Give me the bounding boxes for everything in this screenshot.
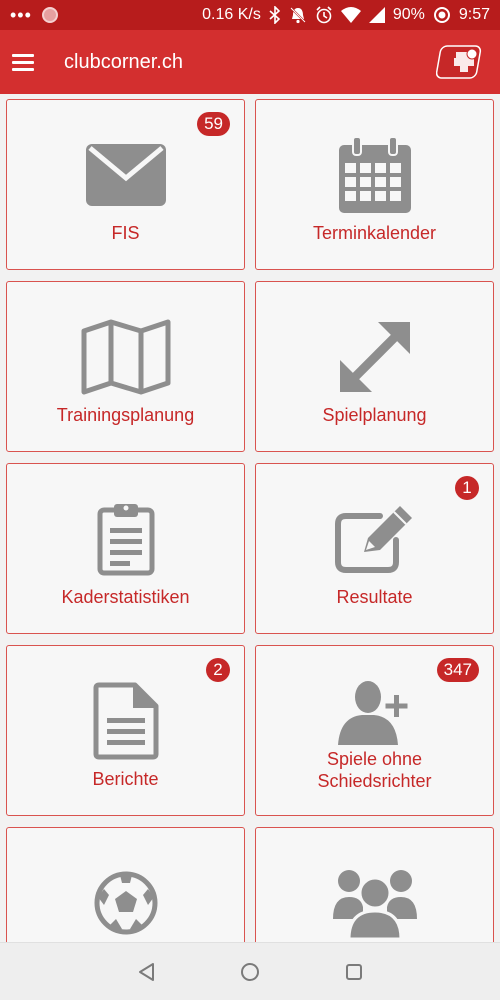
tile-label: Spiele ohne Schiedsrichter: [311, 748, 437, 792]
tile-label: FIS: [111, 223, 140, 243]
tile-label-line1: Spiele ohne: [326, 749, 423, 769]
bluetooth-icon: [269, 6, 280, 24]
resize-arrows-icon: [339, 316, 410, 398]
tile-resultate[interactable]: 1 Resultate: [255, 463, 494, 634]
count-badge: 2: [206, 658, 230, 682]
tile-label: Trainingsplanung: [56, 405, 195, 425]
sync-icon: [433, 7, 450, 23]
tile-terminkalender[interactable]: Terminkalender: [255, 99, 494, 270]
battery-level: 90%: [392, 6, 425, 23]
tile-label-line2: Schiedsrichter: [317, 771, 432, 791]
clipboard-icon: [97, 498, 155, 580]
tile-group[interactable]: [255, 827, 494, 942]
tile-label: Resultate: [336, 587, 413, 607]
system-navigation-bar: [0, 942, 500, 1000]
unread-badge: 59: [197, 112, 230, 136]
back-icon[interactable]: [134, 960, 158, 984]
tile-label: Spielplanung: [322, 405, 427, 425]
count-badge: 347: [436, 658, 479, 682]
home-icon[interactable]: [238, 960, 262, 984]
count-badge: 1: [455, 476, 479, 500]
hamburger-menu-icon[interactable]: [12, 48, 40, 76]
mute-bell-icon: [290, 7, 306, 24]
recent-apps-icon[interactable]: [342, 960, 366, 984]
app-title: clubcorner.ch: [64, 50, 183, 73]
more-icon: •••: [10, 4, 32, 25]
soccer-ball-icon: [94, 862, 158, 942]
tile-spiele-ohne-schiedsrichter[interactable]: 347 Spiele ohne Schiedsrichter: [255, 645, 494, 816]
envelope-icon: [85, 134, 166, 216]
tile-fis[interactable]: 59 FIS: [6, 99, 245, 270]
tile-label: Berichte: [92, 769, 159, 789]
signal-icon: [368, 7, 385, 23]
tile-kaderstatistiken[interactable]: Kaderstatistiken: [6, 463, 245, 634]
wifi-icon: [340, 7, 361, 23]
document-icon: [93, 680, 159, 762]
group-icon: [332, 862, 417, 942]
calendar-icon: [338, 134, 411, 216]
tile-berichte[interactable]: 2 Berichte: [6, 645, 245, 816]
clock: 9:57: [458, 6, 490, 23]
map-icon: [81, 316, 171, 398]
app-bar: clubcorner.ch: [0, 30, 500, 94]
tile-label: Terminkalender: [312, 223, 437, 243]
tile-spielplanung[interactable]: Spielplanung: [255, 281, 494, 452]
network-speed: 0.16 K/s: [202, 6, 261, 23]
notification-icon: [41, 7, 58, 23]
menu-grid: 59 FIS Terminkalender Trainingsplanung S…: [0, 94, 500, 942]
tile-soccer[interactable]: [6, 827, 245, 942]
status-bar: ••• 0.16 K/s 90% 9:57: [0, 0, 500, 30]
tile-trainingsplanung[interactable]: Trainingsplanung: [6, 281, 245, 452]
football-association-logo-icon: [436, 45, 482, 79]
alarm-icon: [316, 6, 332, 24]
user-plus-icon: [337, 676, 412, 748]
tile-label: Kaderstatistiken: [61, 587, 190, 607]
edit-icon: [334, 498, 416, 580]
